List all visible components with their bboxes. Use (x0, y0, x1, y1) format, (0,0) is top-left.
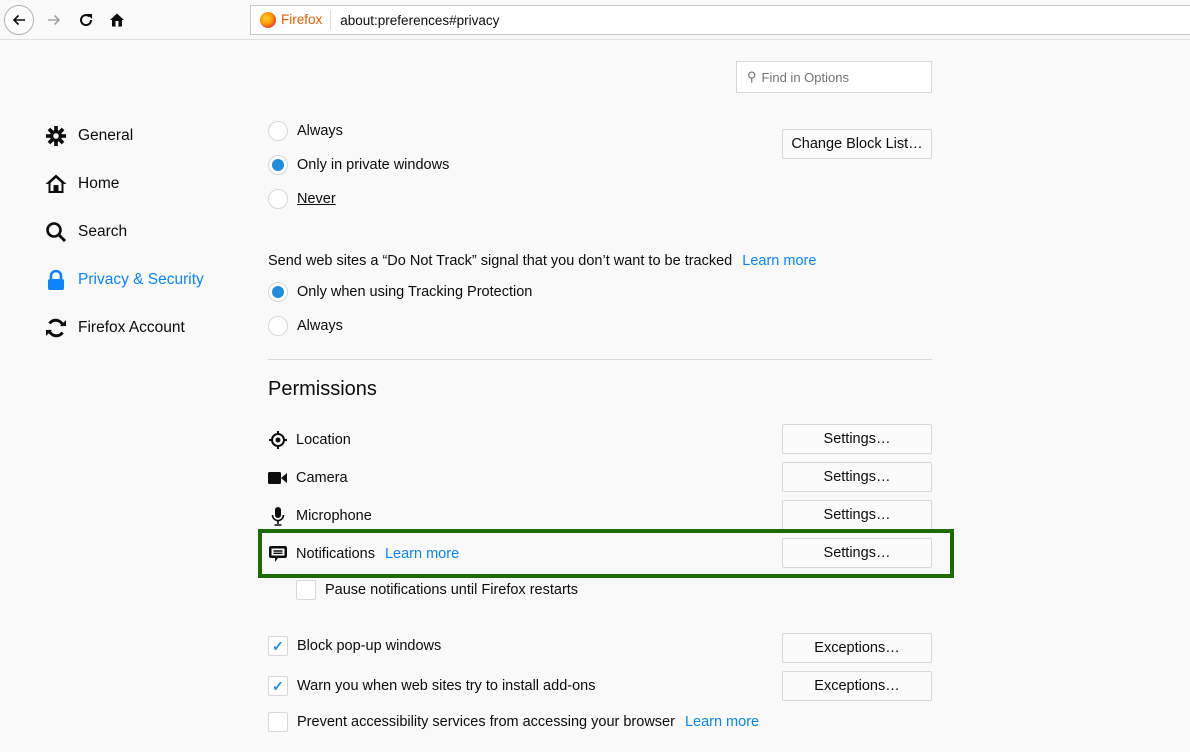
tracking-option-always[interactable]: Always (268, 121, 343, 141)
warn-addons-row[interactable]: ✓ Warn you when web sites try to install… (268, 676, 595, 696)
search-icon: ⚲ (747, 69, 757, 84)
gear-icon (44, 124, 68, 148)
checkbox-label: Prevent accessibility services from acce… (297, 714, 675, 730)
sidebar-item-label: Privacy & Security (78, 271, 204, 288)
camera-settings-button[interactable]: Settings… (782, 462, 932, 492)
microphone-icon (268, 506, 288, 526)
permission-label: Location (296, 432, 351, 448)
sidebar-item-label: Home (78, 175, 120, 192)
permission-location: Location (268, 430, 351, 450)
url-text[interactable]: about:preferences#privacy (340, 13, 499, 28)
firefox-logo-icon (260, 12, 276, 28)
permission-label: Camera (296, 470, 348, 486)
search-icon (44, 220, 68, 244)
dnt-option-always[interactable]: Always (268, 316, 343, 336)
permission-camera: Camera (268, 468, 348, 488)
find-in-options-input[interactable]: ⚲ Find in Options (736, 61, 932, 93)
back-button[interactable] (4, 5, 34, 35)
radio-label: Only when using Tracking Protection (297, 284, 533, 300)
home-icon (110, 13, 124, 27)
home-button[interactable] (102, 5, 132, 35)
find-placeholder: Find in Options (761, 69, 849, 85)
radio-button[interactable] (268, 282, 288, 302)
reload-button[interactable] (71, 5, 101, 35)
checkbox-label: Warn you when web sites try to install a… (297, 678, 596, 694)
tracking-option-never[interactable]: Never (268, 189, 336, 209)
forward-button[interactable] (39, 5, 69, 35)
permission-label: Microphone (296, 508, 372, 524)
radio-label: Always (297, 123, 343, 139)
radio-label: Always (297, 318, 343, 334)
block-popups-row[interactable]: ✓ Block pop-up windows (268, 636, 441, 656)
sidebar-item-home[interactable]: Home (44, 168, 244, 200)
sidebar-item-firefox-account[interactable]: Firefox Account (44, 312, 244, 344)
identity-label: Firefox (281, 10, 332, 30)
lock-icon (44, 268, 68, 292)
dnt-description: Send web sites a “Do Not Track” signal t… (268, 253, 733, 269)
browser-toolbar: Firefox about:preferences#privacy (0, 0, 1190, 40)
arrow-left-icon (12, 14, 25, 26)
section-divider (268, 359, 932, 360)
sync-icon (44, 316, 68, 340)
block-popups-checkbox[interactable]: ✓ (268, 636, 288, 656)
radio-button[interactable] (268, 316, 288, 336)
sidebar-item-label: General (78, 127, 134, 144)
radio-button[interactable] (268, 121, 288, 141)
checkbox-label: Block pop-up windows (297, 638, 442, 654)
tracking-option-private[interactable]: Only in private windows (268, 155, 449, 175)
home-icon (44, 172, 68, 196)
url-bar[interactable]: Firefox about:preferences#privacy (250, 5, 1190, 35)
radio-button[interactable] (268, 189, 288, 209)
warn-addons-checkbox[interactable]: ✓ (268, 676, 288, 696)
radio-label: Only in private windows (297, 157, 450, 173)
sidebar-item-label: Firefox Account (78, 319, 185, 336)
dnt-description-row: Send web sites a “Do Not Track” signal t… (268, 253, 816, 269)
radio-label: Never (297, 191, 336, 207)
prevent-accessibility-checkbox[interactable] (268, 712, 288, 732)
pause-notifications-checkbox[interactable] (296, 580, 316, 600)
reload-icon (80, 14, 93, 27)
location-settings-button[interactable]: Settings… (782, 424, 932, 454)
radio-button[interactable] (268, 155, 288, 175)
location-icon (268, 430, 288, 450)
sidebar-item-privacy-security[interactable]: Privacy & Security (44, 264, 244, 296)
addons-exceptions-button[interactable]: Exceptions… (782, 671, 932, 701)
checkbox-label: Pause notifications until Firefox restar… (325, 582, 579, 598)
prevent-accessibility-row[interactable]: Prevent accessibility services from acce… (268, 712, 759, 732)
permission-microphone: Microphone (268, 506, 372, 526)
accessibility-learn-more-link[interactable]: Learn more (685, 714, 759, 730)
dnt-option-tracking-protection[interactable]: Only when using Tracking Protection (268, 282, 532, 302)
change-block-list-button[interactable]: Change Block List… (782, 129, 932, 159)
camera-icon (268, 468, 288, 488)
microphone-settings-button[interactable]: Settings… (782, 500, 932, 530)
notifications-highlight-box (258, 529, 954, 578)
popup-exceptions-button[interactable]: Exceptions… (782, 633, 932, 663)
pause-notifications-row[interactable]: Pause notifications until Firefox restar… (296, 580, 578, 600)
permissions-heading: Permissions (268, 378, 377, 400)
dnt-learn-more-link[interactable]: Learn more (742, 253, 816, 269)
arrow-right-icon (48, 14, 61, 26)
sidebar-item-general[interactable]: General (44, 120, 244, 152)
sidebar-item-label: Search (78, 223, 128, 240)
sidebar-item-search[interactable]: Search (44, 216, 244, 248)
